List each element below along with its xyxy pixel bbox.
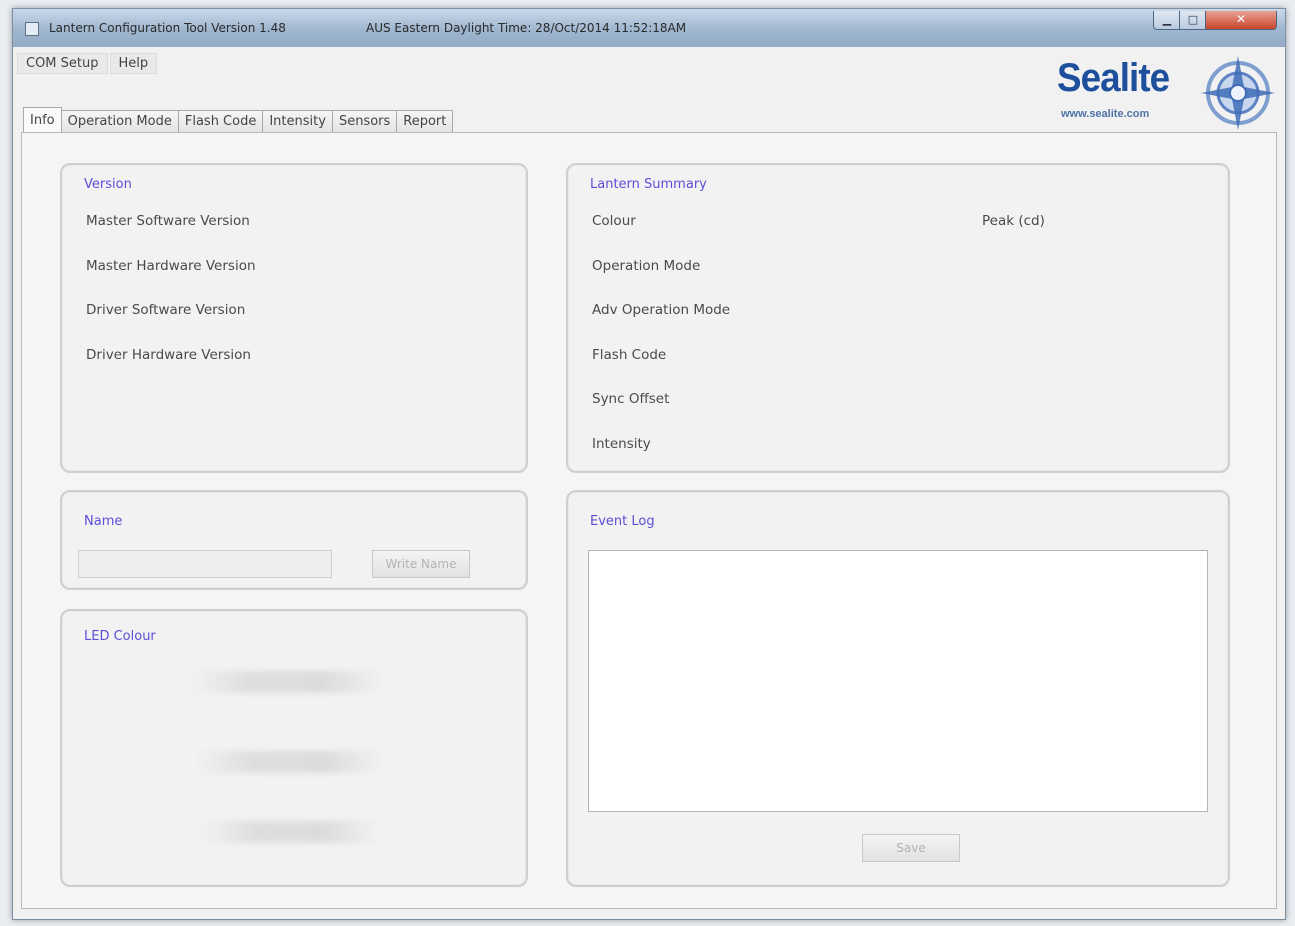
client-area: COM Setup Help Sealite www.sealite.com In… [17,47,1281,915]
master-software-version-label: Master Software Version [86,213,250,229]
app-window: Lantern Configuration Tool Version 1.48 … [12,8,1286,920]
menu-help[interactable]: Help [109,53,158,74]
led-colour-option-1 [192,671,382,693]
name-title: Name [84,514,123,529]
led-colour-group: LED Colour [60,609,528,887]
sync-offset-label: Sync Offset [592,391,670,407]
event-log-textarea[interactable] [588,550,1208,812]
name-group: Name Write Name [60,490,528,590]
close-button[interactable]: ✕ [1205,11,1277,30]
logo-url: www.sealite.com [1061,108,1150,120]
lantern-summary-group: Lantern Summary Colour Peak (cd) Operati… [566,163,1230,473]
info-tab-panel: Version Master Software Version Master H… [21,132,1277,909]
colour-label: Colour [592,213,636,229]
compass-icon [1201,56,1275,130]
tab-strip: Info Operation Mode Flash Code Intensity Sen… [23,107,454,133]
tab-sensors[interactable]: Sensors [331,110,398,133]
intensity-label: Intensity [592,436,651,452]
led-colour-option-3 [202,821,378,843]
title-bar[interactable]: Lantern Configuration Tool Version 1.48 … [13,9,1285,47]
led-colour-title: LED Colour [84,629,156,644]
master-hardware-version-label: Master Hardware Version [86,258,256,274]
logo-brand: Sealite [1057,56,1170,100]
maximize-icon: □ [1187,13,1199,26]
tab-operation-mode[interactable]: Operation Mode [60,110,179,133]
event-log-group: Event Log Save [566,490,1230,887]
name-input[interactable] [78,550,332,578]
tab-report[interactable]: Report [396,110,454,133]
write-name-button[interactable]: Write Name [372,550,470,578]
version-title: Version [84,177,132,192]
tab-intensity[interactable]: Intensity [262,110,333,133]
minimize-button[interactable]: ▁ [1153,11,1181,30]
tab-info[interactable]: Info [23,107,62,133]
peak-cd-label: Peak (cd) [982,213,1045,229]
menu-com-setup[interactable]: COM Setup [17,53,108,74]
window-title: Lantern Configuration Tool Version 1.48 [49,21,286,35]
version-group: Version Master Software Version Master H… [60,163,528,473]
flash-code-label: Flash Code [592,347,667,363]
sealite-logo: Sealite www.sealite.com [1057,50,1277,130]
maximize-button[interactable]: □ [1179,11,1207,30]
tab-flash-code[interactable]: Flash Code [177,110,264,133]
timestamp: AUS Eastern Daylight Time: 28/Oct/2014 1… [366,21,687,35]
save-button[interactable]: Save [862,834,960,862]
menu-bar: COM Setup Help [17,53,159,75]
led-colour-option-2 [196,751,382,773]
driver-hardware-version-label: Driver Hardware Version [86,347,251,363]
app-icon [25,22,39,36]
operation-mode-label: Operation Mode [592,258,701,274]
event-log-title: Event Log [590,514,655,529]
driver-software-version-label: Driver Software Version [86,302,246,318]
lantern-summary-title: Lantern Summary [590,177,707,192]
minimize-icon: ▁ [1162,13,1172,26]
adv-operation-mode-label: Adv Operation Mode [592,302,731,318]
close-icon: ✕ [1235,12,1247,26]
